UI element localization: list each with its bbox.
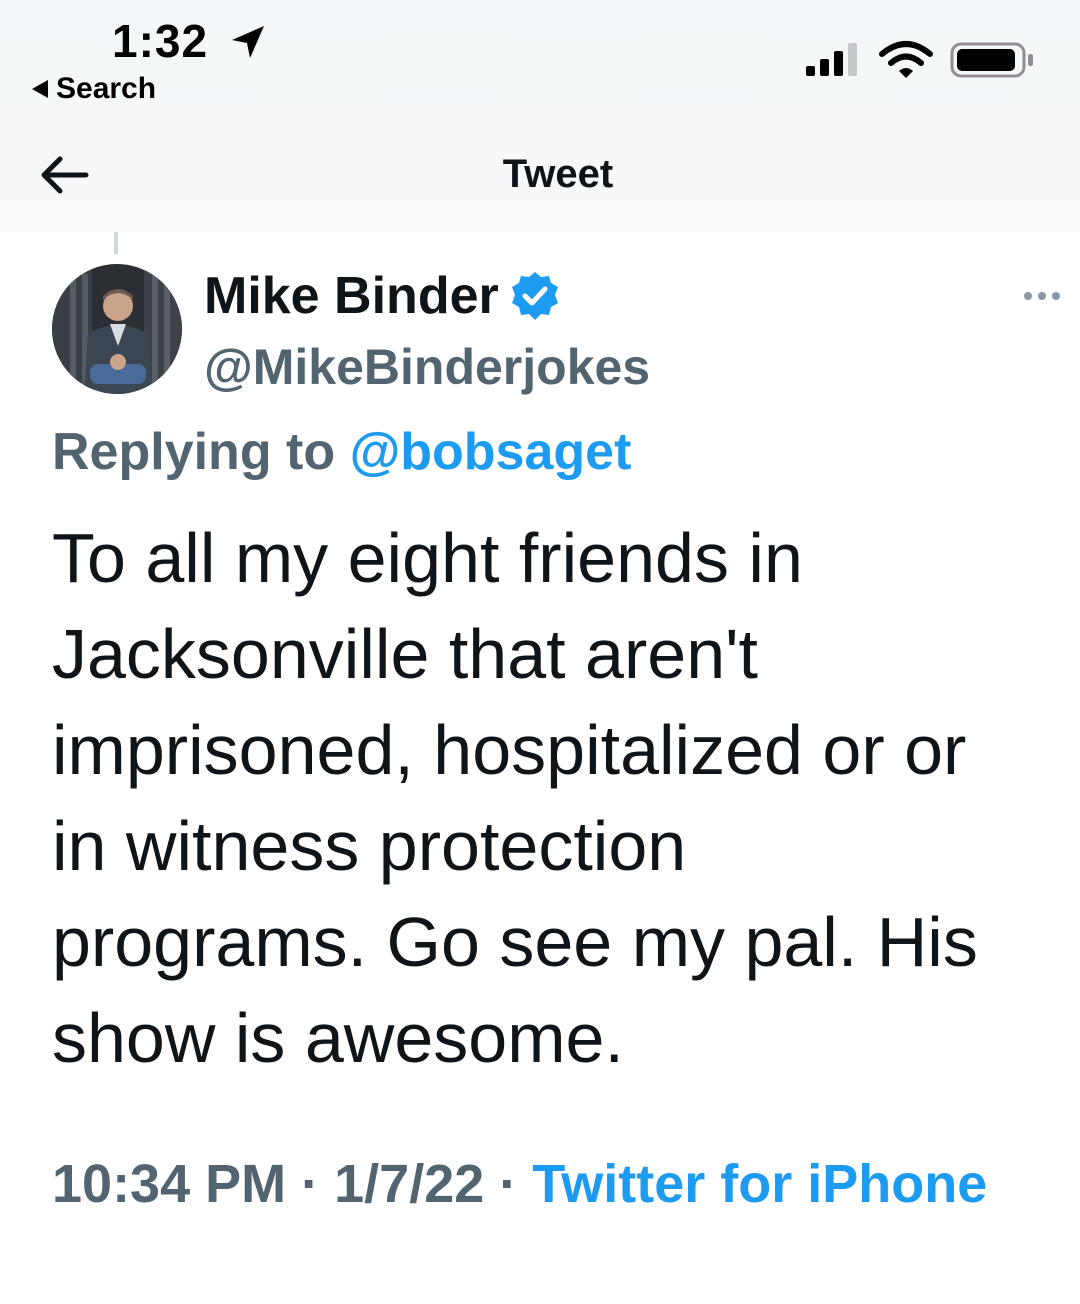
battery-icon [950,42,1033,78]
wifi-icon [879,41,933,78]
more-options-icon[interactable] [1022,290,1062,302]
tweet-text-line: Jacksonville that aren't [52,615,758,693]
thread-connector-line [114,232,118,254]
avatar[interactable] [52,264,182,394]
meta-separator: · [484,1154,533,1214]
back-to-app-link[interactable]: Search [32,72,156,106]
author-name-text: Mike Binder [204,267,499,325]
avatar-photo [52,264,182,394]
tweet-text-line: programs. Go see my pal. His [52,903,978,981]
tweet-metadata: 10:34 PM · 1/7/22 · Twitter for iPhone [52,1148,1052,1220]
verified-badge-icon [511,272,558,320]
replying-to-line: Replying to @bobsaget [52,422,631,482]
tweet-text-line: To all my eight friends in [52,519,803,597]
tweet-date: 1/7/22 [334,1154,485,1214]
author-handle[interactable]: @MikeBinderjokes [204,338,650,396]
back-app-label: Search [56,72,157,105]
location-arrow-icon [232,26,264,58]
cellular-signal-icon [806,43,857,76]
tweet-text: To all my eight friends in Jacksonville … [52,510,1052,1086]
back-triangle-icon [32,80,48,98]
tweet-time: 10:34 PM [52,1154,287,1214]
tweet-text-line: show is awesome. [52,999,624,1077]
status-time: 1:32 [112,15,209,67]
reply-mention-link[interactable]: @bobsaget [350,423,632,481]
tweet-text-line: imprisoned, hospitalized or or [52,711,967,789]
tweet-source-link[interactable]: Twitter for iPhone [532,1154,987,1214]
status-bar: 1:32 Search [0,0,1080,120]
meta-separator: · [286,1154,335,1214]
tweet-text-line: in witness protection [52,807,687,885]
author-name[interactable]: Mike Binder [204,266,561,326]
navigation-bar: Tweet [0,130,1080,220]
page-title: Tweet [502,152,614,196]
replying-to-label: Replying to [52,423,350,481]
